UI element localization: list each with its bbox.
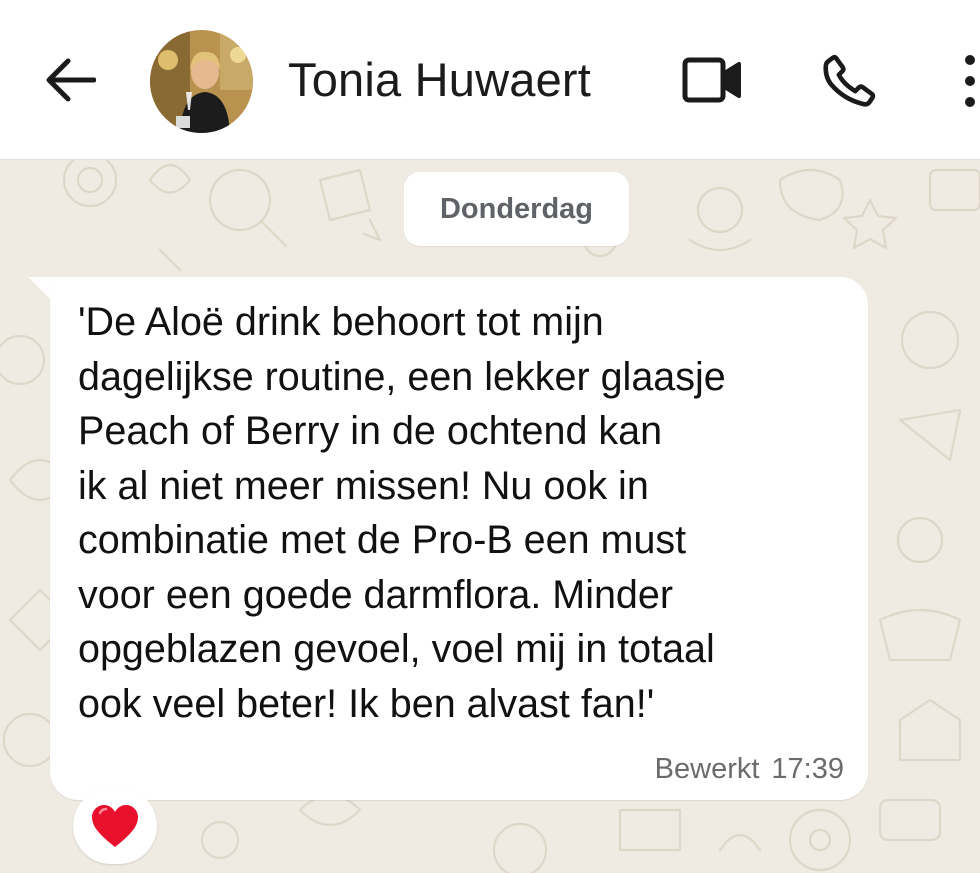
voice-call-button[interactable] [816, 48, 882, 114]
video-call-button[interactable] [676, 50, 748, 110]
back-button[interactable] [40, 50, 100, 110]
date-separator: Donderdag [404, 172, 629, 246]
video-camera-icon [682, 57, 741, 103]
message-reaction[interactable] [73, 788, 157, 864]
more-vertical-icon [965, 55, 975, 107]
arrow-left-icon [46, 58, 96, 102]
edited-label: Bewerkt [654, 753, 760, 785]
message-time: 17:39 [771, 753, 844, 785]
red-heart-icon [92, 805, 138, 847]
chat-header: Tonia Huwaert [0, 0, 980, 160]
contact-name[interactable]: Tonia Huwaert [288, 52, 591, 107]
phone-icon [823, 54, 876, 107]
message-text: 'De Aloë drink behoort tot mijn dagelijk… [78, 300, 726, 726]
incoming-message-bubble[interactable]: 'De Aloë drink behoort tot mijn dagelijk… [50, 277, 868, 800]
more-options-button[interactable] [950, 50, 980, 112]
message-meta: Bewerkt 17:39 [655, 753, 844, 786]
avatar[interactable] [150, 30, 253, 133]
